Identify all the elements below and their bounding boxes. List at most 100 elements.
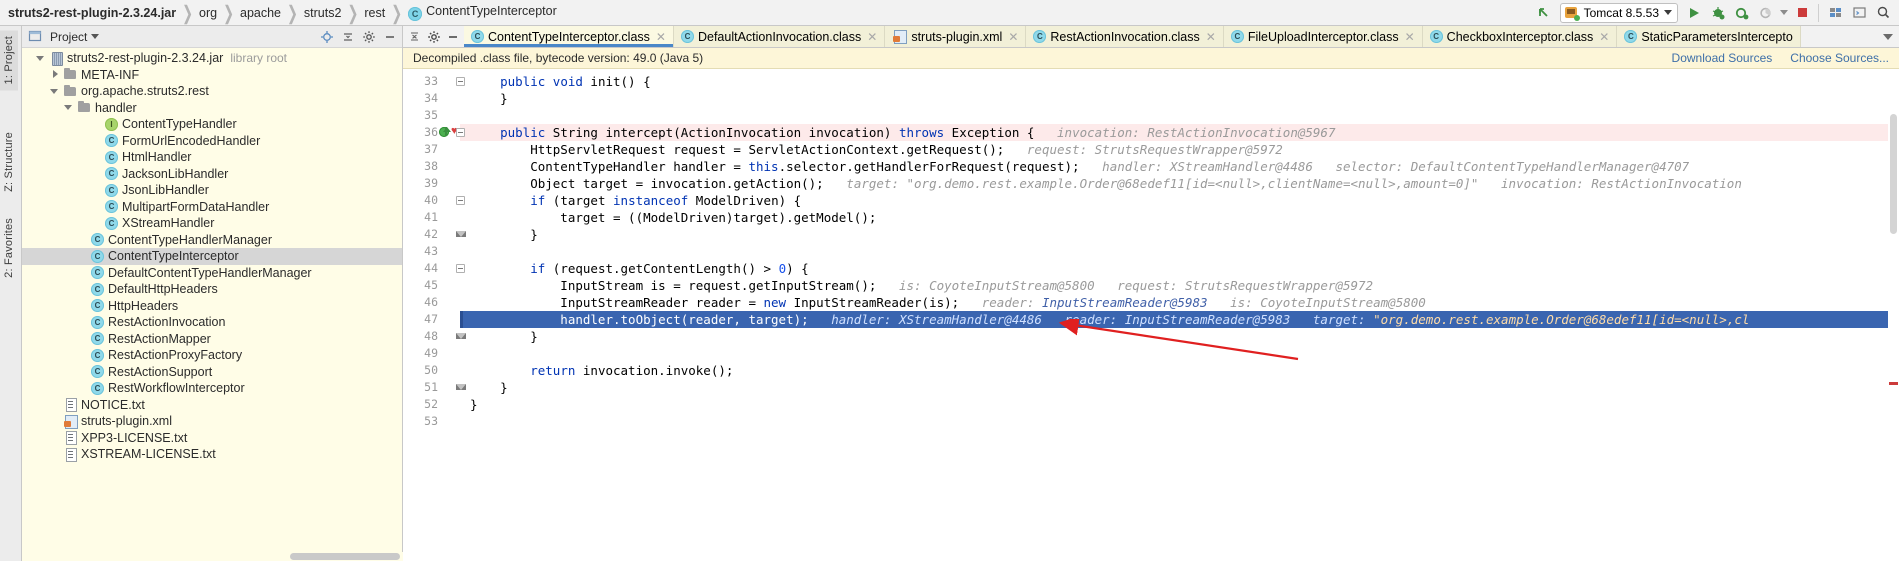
tool-window-tab-project[interactable]: 1: Project: [0, 30, 18, 91]
triangle-down-icon[interactable]: [50, 86, 61, 97]
chevron-down-icon[interactable]: [1883, 33, 1893, 40]
close-icon[interactable]: ✕: [1008, 30, 1018, 44]
close-icon[interactable]: ✕: [1599, 30, 1609, 44]
line-number: 39: [424, 176, 438, 190]
code-text[interactable]: public void init() { } public String int…: [470, 69, 1899, 561]
chevron-down-icon[interactable]: [1778, 1, 1790, 25]
tree-node[interactable]: C JsonLibHandler: [22, 182, 402, 199]
hide-panel-icon[interactable]: [381, 28, 398, 45]
fold-collapse-icon[interactable]: [456, 77, 465, 86]
error-stripe-mark[interactable]: [1889, 382, 1898, 385]
stop-icon[interactable]: [1790, 1, 1814, 25]
tree-node[interactable]: org.apache.struts2.rest: [22, 83, 402, 100]
tree-node[interactable]: C XStreamHandler: [22, 215, 402, 232]
tool-window-tab-favorites[interactable]: 2: Favorites: [0, 212, 18, 284]
close-icon[interactable]: ✕: [1405, 30, 1415, 44]
editor-tab[interactable]: C StaticParametersIntercepto: [1617, 26, 1801, 47]
chevron-down-icon[interactable]: [1664, 10, 1672, 15]
fold-collapse-icon[interactable]: [456, 196, 465, 205]
tree-node[interactable]: XPP3-LICENSE.txt: [22, 430, 402, 447]
run-icon[interactable]: [1682, 1, 1706, 25]
code-folding-column[interactable]: [455, 69, 469, 561]
breadcrumb-item[interactable]: apache: [240, 6, 281, 20]
close-icon[interactable]: ✕: [656, 30, 666, 44]
breadcrumb-item[interactable]: struts2-rest-plugin-2.3.24.jar: [8, 6, 176, 20]
settings-gear-icon[interactable]: [360, 28, 377, 45]
tree-node[interactable]: C HttpHeaders: [22, 298, 402, 315]
editor-tab[interactable]: struts-plugin.xml ✕: [885, 26, 1027, 47]
tree-node[interactable]: C RestActionSupport: [22, 364, 402, 381]
open-terminal-icon[interactable]: [1847, 1, 1871, 25]
tree-node[interactable]: C RestActionMapper: [22, 331, 402, 348]
fold-collapse-icon[interactable]: [456, 128, 465, 137]
settings-gear-icon[interactable]: [425, 28, 442, 45]
fold-end-marker-icon[interactable]: [456, 384, 466, 393]
code-viewer[interactable]: 33 34 35 36 37 38 39 40 41 42 43 44 45 46 47 48 49 50 51 52…: [403, 69, 1899, 561]
download-sources-link[interactable]: Download Sources: [1672, 51, 1773, 65]
fold-collapse-icon[interactable]: [456, 264, 465, 273]
code-token: InputStreamReader@5983: [1124, 312, 1291, 327]
editor-tab[interactable]: C RestActionInvocation.class ✕: [1026, 26, 1224, 47]
attach-debugger-icon[interactable]: [1730, 1, 1754, 25]
tree-node[interactable]: META-INF: [22, 67, 402, 84]
tree-node[interactable]: C JacksonLibHandler: [22, 166, 402, 183]
fold-end-marker-icon[interactable]: [456, 231, 466, 240]
expand-collapse-icon[interactable]: [339, 28, 356, 45]
tree-node[interactable]: C RestWorkflowInterceptor: [22, 380, 402, 397]
editor-vertical-scrollbar[interactable]: [1888, 112, 1899, 561]
triangle-down-icon[interactable]: [64, 102, 75, 113]
tree-node[interactable]: NOTICE.txt: [22, 397, 402, 414]
tree-node[interactable]: C DefaultContentTypeHandlerManager: [22, 265, 402, 282]
breadcrumb-item[interactable]: C ContentTypeInterceptor: [408, 4, 557, 21]
tree-node[interactable]: C FormUrlEncodedHandler: [22, 133, 402, 150]
expand-collapse-all-icon[interactable]: [406, 28, 423, 45]
tree-node[interactable]: I ContentTypeHandler: [22, 116, 402, 133]
tree-node[interactable]: C DefaultHttpHeaders: [22, 281, 402, 298]
chevron-down-icon[interactable]: [91, 34, 100, 39]
editor-tab[interactable]: C DefaultActionInvocation.class ✕: [673, 26, 886, 47]
tree-node[interactable]: handler: [22, 100, 402, 117]
project-tree-hscrollbar[interactable]: [22, 552, 403, 561]
scrollbar-thumb[interactable]: [290, 553, 400, 560]
hide-editor-icon[interactable]: [444, 28, 461, 45]
code-token: }: [470, 329, 538, 344]
editor-tab[interactable]: C FileUploadInterceptor.class ✕: [1223, 26, 1423, 47]
tree-node[interactable]: C MultipartFormDataHandler: [22, 199, 402, 216]
locate-icon[interactable]: [318, 28, 335, 45]
tree-node-label: RestActionProxyFactory: [108, 348, 243, 363]
run-configuration-selector[interactable]: Tomcat 8.5.53: [1559, 2, 1678, 23]
breadcrumb-item[interactable]: struts2: [304, 6, 342, 20]
breadcrumb-item[interactable]: org: [199, 6, 217, 20]
tree-node[interactable]: C RestActionProxyFactory: [22, 347, 402, 364]
tree-node[interactable]: C ContentTypeInterceptor: [22, 248, 402, 265]
tabs-overflow-button[interactable]: [1877, 26, 1899, 47]
fold-end-marker-icon[interactable]: [456, 333, 466, 342]
code-token: is: CoyoteInputStream@5800: [1207, 295, 1426, 310]
tree-node[interactable]: struts2-rest-plugin-2.3.24.jar library ro…: [22, 50, 402, 67]
build-project-icon[interactable]: [1823, 1, 1847, 25]
editor-tab[interactable]: C CheckboxInterceptor.class ✕: [1422, 26, 1618, 47]
line-number: 51: [424, 380, 438, 394]
run-coverage-icon[interactable]: [1754, 1, 1778, 25]
tree-node[interactable]: C ContentTypeHandlerManager: [22, 232, 402, 249]
tree-node[interactable]: C HtmlHandler: [22, 149, 402, 166]
tool-window-tab-z-structure[interactable]: Z: Structure: [0, 126, 18, 198]
close-icon[interactable]: ✕: [867, 30, 877, 44]
tree-node[interactable]: struts-plugin.xml: [22, 413, 402, 430]
scrollbar-thumb[interactable]: [1890, 114, 1897, 234]
triangle-right-icon[interactable]: [50, 69, 61, 80]
editor-tab[interactable]: C ContentTypeInterceptor.class ✕: [464, 26, 674, 47]
debug-icon[interactable]: [1706, 1, 1730, 25]
search-everywhere-icon[interactable]: [1871, 1, 1895, 25]
tree-node[interactable]: XSTREAM-LICENSE.txt: [22, 446, 402, 463]
code-token: target = ((ModelDriven)target).getModel(…: [470, 210, 877, 225]
editor-gutter[interactable]: 33 34 35 36 37 38 39 40 41 42 43 44 45 46 47 48 49 50 51 52…: [403, 69, 460, 561]
tree-node[interactable]: C RestActionInvocation: [22, 314, 402, 331]
breadcrumb-item[interactable]: rest: [364, 6, 385, 20]
choose-sources-link[interactable]: Choose Sources...: [1790, 51, 1889, 65]
triangle-down-icon[interactable]: [36, 53, 47, 64]
close-icon[interactable]: ✕: [1206, 30, 1216, 44]
arrow-up-left-icon[interactable]: [1532, 1, 1556, 25]
